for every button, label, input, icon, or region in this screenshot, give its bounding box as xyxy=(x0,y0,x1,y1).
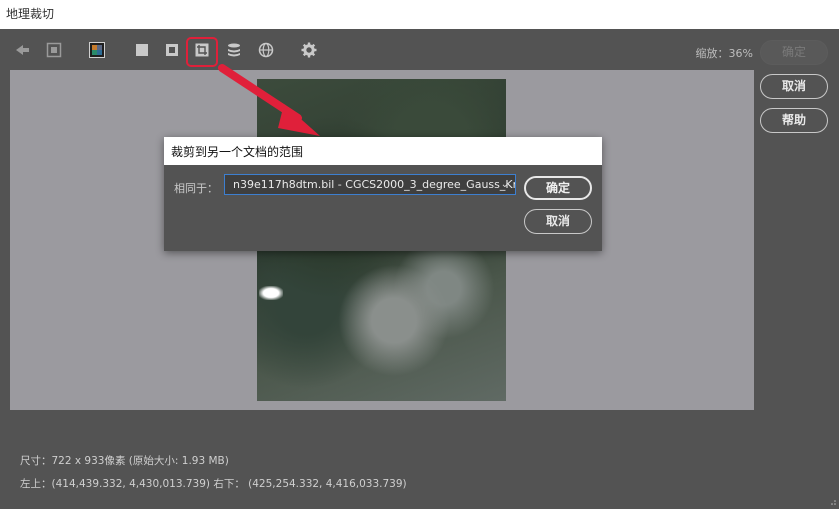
confirm-button[interactable]: 确定 xyxy=(760,40,828,65)
chevron-down-icon: ⌄ xyxy=(500,179,509,190)
cloud-patch xyxy=(259,286,283,300)
resize-grip-icon[interactable] xyxy=(828,498,836,506)
crop-to-document-icon[interactable] xyxy=(194,42,210,58)
annotation-arrow-icon xyxy=(218,64,320,136)
dialog-title: 裁剪到另一个文档的范围 xyxy=(164,137,602,165)
dialog-confirm-button[interactable]: 确定 xyxy=(524,176,592,200)
image-coordinates-info: 左上：(414,439.332, 4,430,013.739) 右下： (425… xyxy=(20,478,407,490)
crop-dialog: 裁剪到另一个文档的范围 相同于： n39e117h8dtm.bil - CGCS… xyxy=(164,137,602,251)
help-button[interactable]: 帮助 xyxy=(760,108,828,133)
square-icon[interactable] xyxy=(134,42,150,58)
fit-screen-icon[interactable] xyxy=(46,42,62,58)
crop-square-icon[interactable] xyxy=(164,42,180,58)
reference-label: 相同于： xyxy=(174,182,218,195)
cancel-button[interactable]: 取消 xyxy=(760,74,828,99)
globe-icon[interactable] xyxy=(258,42,274,58)
window-title: 地理裁切 xyxy=(0,0,839,29)
zoom-level: 缩放：36% xyxy=(695,47,753,60)
image-size-info: 尺寸：722 x 933像素 (原始大小: 1.93 MB) xyxy=(20,455,229,467)
dialog-cancel-button[interactable]: 取消 xyxy=(524,209,592,234)
color-image-icon[interactable] xyxy=(89,42,105,58)
reference-document-select[interactable]: n39e117h8dtm.bil - CGCS2000_3_degree_Gau… xyxy=(224,174,516,195)
back-arrow-icon[interactable] xyxy=(14,42,30,58)
reference-document-value: n39e117h8dtm.bil - CGCS2000_3_degree_Gau… xyxy=(233,178,516,191)
gear-icon[interactable] xyxy=(301,42,317,58)
layers-stack-icon[interactable] xyxy=(226,42,242,58)
